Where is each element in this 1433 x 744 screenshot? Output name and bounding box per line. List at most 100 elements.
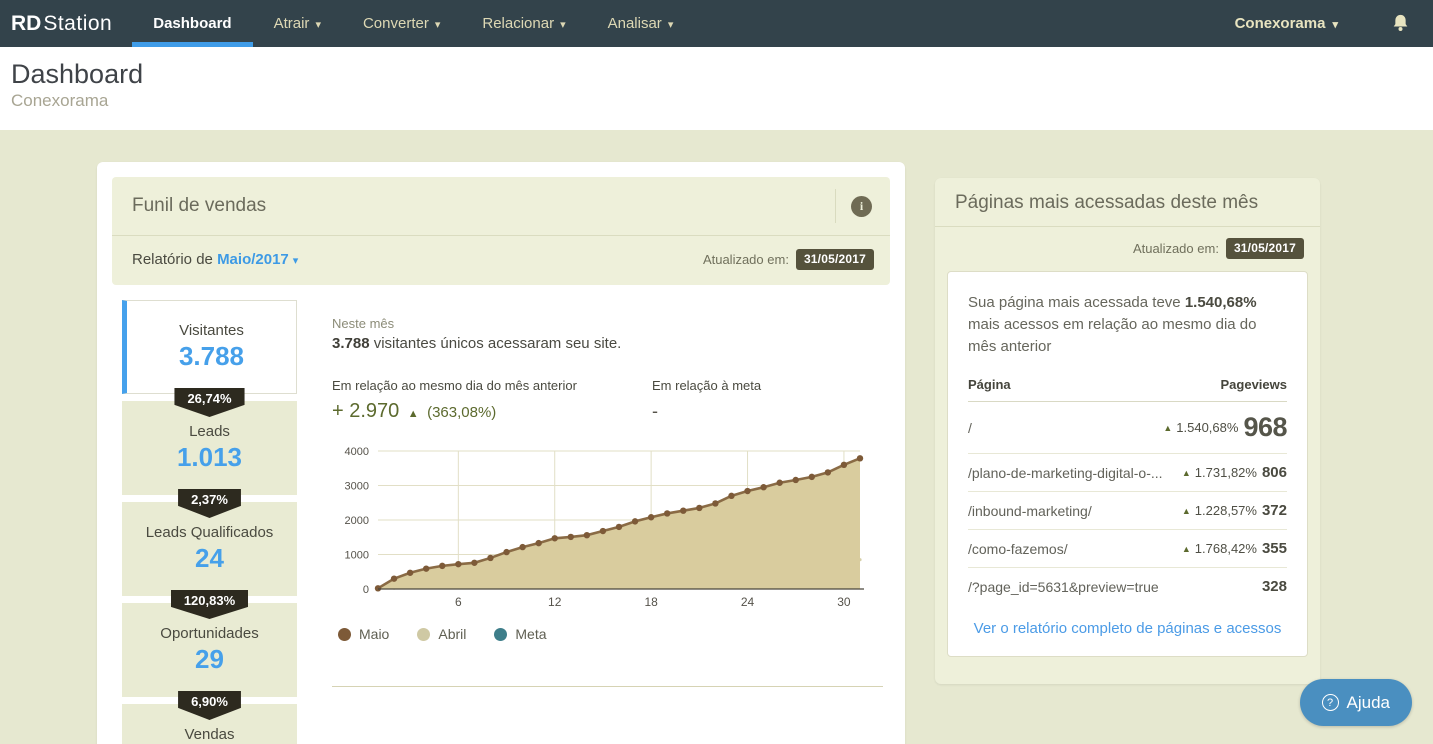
legend-dot-icon (494, 628, 507, 641)
arrow-up-icon: ▲ (1182, 544, 1191, 554)
table-row[interactable]: /como-fazemos/ ▲ 1.768,42% 355 (968, 530, 1287, 568)
pages-table-body: / ▲ 1.540,68% 968/plano-de-marketing-digita… (968, 402, 1287, 605)
pages-intro-text: Sua página mais acessada teve 1.540,68% … (948, 272, 1307, 361)
help-button[interactable]: ? Ajuda (1300, 679, 1412, 726)
svg-text:12: 12 (548, 595, 562, 609)
top-pages-panel: Páginas mais acessadas deste mês Atualiz… (935, 178, 1320, 684)
chevron-down-icon: ▾ (1332, 18, 1338, 31)
top-navbar: RD Station DashboardAtrair▾Converter▾Rel… (0, 0, 1433, 47)
nav-item-dashboard[interactable]: Dashboard (132, 0, 252, 47)
svg-text:6: 6 (455, 595, 462, 609)
stat-vs-previous-value: + 2.970 (332, 400, 399, 422)
full-report-link[interactable]: Ver o relatório completo de páginas e ac… (974, 620, 1282, 637)
page-delta-pct: 1.768,42% (1195, 541, 1257, 556)
funnel-stage-value: 3.788 (179, 341, 244, 372)
page-views: 355 (1262, 540, 1287, 557)
divider (332, 686, 883, 687)
intro-highlight: 1.540,68% (1185, 294, 1257, 311)
funnel-stage-label: Leads Qualificados (146, 524, 274, 541)
svg-text:0: 0 (363, 584, 369, 596)
notifications-button[interactable] (1390, 13, 1411, 34)
funnel-updated-at: Atualizado em: 31/05/2017 (703, 249, 874, 270)
nav-item-atrair[interactable]: Atrair ▾ (253, 0, 342, 47)
svg-text:2000: 2000 (345, 515, 369, 527)
rdstation-logo[interactable]: RD Station (0, 0, 124, 47)
page-path: /?page_id=5631&preview=true (968, 579, 1159, 595)
pages-inner-panel: Sua página mais acessada teve 1.540,68% … (947, 271, 1308, 657)
funnel-stage-label: Visitantes (179, 322, 244, 339)
page-path: / (968, 420, 972, 436)
page-metrics: ▲ 1.768,42% 355 (1182, 540, 1287, 557)
legend-label: Abril (438, 626, 466, 642)
pages-table: Página Pageviews /▲1.540,68%968/plano-de… (948, 377, 1307, 605)
pages-updated-at: Atualizado em: 31/05/2017 (1133, 238, 1304, 259)
nav-item-analisar[interactable]: Analisar▾ (587, 0, 695, 47)
page-delta-pct: 1.228,57% (1195, 503, 1257, 518)
main-nav: DashboardAtrair▾Converter▾Relacionar▾Ana… (132, 0, 694, 47)
funnel-card-title: Funil de vendas (132, 195, 266, 217)
updated-date-badge: 31/05/2017 (796, 249, 874, 270)
legend-dot-icon (338, 628, 351, 641)
intro-post: mais acessos em relação ao mesmo dia do … (968, 316, 1256, 355)
report-period-selector[interactable]: Relatório de Maio/2017▾ (132, 251, 298, 268)
report-prefix: Relatório de (132, 251, 213, 268)
page-metrics: ▲ 1.731,82% 806 (1182, 464, 1287, 481)
navbar-right: Conexorama ▾ (1235, 0, 1433, 47)
page-views: 328 (1262, 578, 1287, 595)
page-metrics: 328 (1262, 578, 1287, 595)
arrow-up-icon: ▲ (1182, 468, 1191, 478)
updated-date-badge: 31/05/2017 (1226, 238, 1304, 259)
page-metrics: ▲1.228,57%372 (1182, 502, 1287, 519)
page-delta-pct: 1.731,82% (1195, 465, 1257, 480)
nav-item-label: Atrair (274, 15, 310, 32)
svg-text:30: 30 (837, 595, 851, 609)
report-period-value: Maio/2017 (217, 251, 289, 268)
legend-label: Meta (515, 626, 546, 642)
help-button-label: Ajuda (1347, 693, 1390, 713)
sales-funnel-panel: Funil de vendas i Relatório de Maio/2017… (97, 162, 905, 744)
legend-item-abril[interactable]: Abril (417, 626, 466, 642)
logo-bold: RD (11, 12, 41, 36)
nav-item-relacionar[interactable]: Relacionar▾ (461, 0, 586, 47)
info-icon[interactable]: i (851, 196, 872, 217)
chart-legend: Maio Abril Meta (332, 626, 883, 642)
svg-text:4000: 4000 (345, 446, 369, 458)
page-header: Dashboard Conexorama (0, 47, 1433, 130)
stat-vs-previous: Em relação ao mesmo dia do mês anterior … (332, 378, 652, 423)
page-path: /plano-de-marketing-digital-o-... (968, 465, 1163, 481)
question-icon: ? (1322, 694, 1339, 711)
nav-item-label: Relacionar (482, 15, 554, 32)
table-row[interactable]: /plano-de-marketing-digital-o-... ▲ 1.731,… (968, 454, 1287, 492)
funnel-panel-header: Funil de vendas i Relatório de Maio/2017… (112, 177, 890, 285)
account-name: Conexorama (1235, 15, 1326, 32)
funnel-stage-visitantes[interactable]: Visitantes 3.788 (122, 300, 297, 394)
page-views: 968 (1243, 412, 1287, 443)
page-title: Dashboard (11, 59, 1433, 90)
page-views: 806 (1262, 464, 1287, 481)
svg-text:1000: 1000 (345, 550, 369, 562)
legend-item-meta[interactable]: Meta (494, 626, 546, 642)
page-path: /como-fazemos/ (968, 541, 1068, 557)
visitors-summary: 3.788 visitantes únicos acessaram seu si… (332, 335, 883, 352)
table-row[interactable]: / ▲ 1.540,68% 968 (968, 402, 1287, 454)
chevron-down-icon: ▾ (315, 18, 321, 31)
page-views: 372 (1262, 502, 1287, 519)
nav-item-converter[interactable]: Converter▾ (342, 0, 461, 47)
funnel-stages: Visitantes3.78826,74%Leads1.0132,37%Lead… (122, 300, 297, 744)
svg-text:18: 18 (644, 595, 658, 609)
updated-label: Atualizado em: (703, 252, 789, 267)
account-menu[interactable]: Conexorama ▾ (1235, 15, 1338, 32)
nav-item-label: Analisar (608, 15, 662, 32)
table-row[interactable]: /?page_id=5631&preview=true 328 (968, 568, 1287, 605)
stat-vs-previous-label: Em relação ao mesmo dia do mês anterior (332, 378, 652, 393)
funnel-stage-label: Vendas (184, 726, 234, 743)
nav-item-label: Dashboard (153, 15, 231, 32)
table-row[interactable]: /inbound-marketing/▲1.228,57%372 (968, 492, 1287, 530)
arrow-up-icon: ▲ (1163, 423, 1172, 433)
legend-item-maio[interactable]: Maio (338, 626, 389, 642)
svg-text:24: 24 (741, 595, 755, 609)
legend-dot-icon (417, 628, 430, 641)
visitors-area-chart: 01000200030004000612182430 (332, 441, 872, 613)
funnel-stage-value: 24 (195, 543, 224, 574)
page-delta-pct: 1.540,68% (1176, 420, 1238, 435)
